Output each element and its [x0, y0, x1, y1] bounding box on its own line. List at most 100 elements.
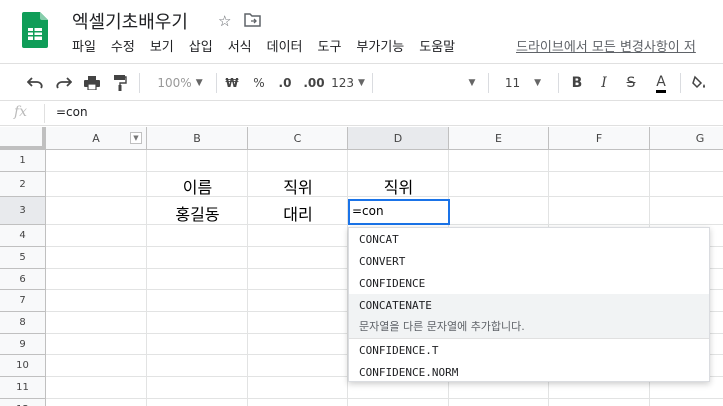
autocomplete-item-confidence-norm[interactable]: CONFIDENCE.NORM [349, 361, 709, 383]
row-header-1[interactable]: 1 [0, 150, 46, 172]
row-header-4[interactable]: 4 [0, 225, 46, 247]
cell-b2[interactable]: 이름 [147, 174, 248, 198]
filter-dropdown-icon[interactable]: ▼ [130, 132, 142, 144]
cell-d2[interactable]: 직위 [348, 174, 449, 198]
decrease-decimal-button[interactable]: .0 [274, 64, 296, 102]
row-header-5[interactable]: 5 [0, 247, 46, 269]
grid-cell[interactable] [248, 247, 348, 269]
cell-c3[interactable]: 대리 [248, 201, 348, 225]
font-family-select[interactable]: ▼ [462, 64, 478, 102]
bold-button[interactable]: B [568, 64, 586, 102]
grid-cell[interactable] [248, 150, 348, 172]
menu-data[interactable]: 데이터 [267, 38, 303, 58]
active-cell-d3[interactable]: =con [348, 199, 450, 225]
grid-cell[interactable] [46, 225, 147, 247]
grid-cell[interactable] [147, 334, 248, 355]
zoom-select[interactable]: 100% ▼ [150, 64, 210, 102]
document-title[interactable]: 엑셀기초배우기 [72, 8, 188, 34]
grid-cell[interactable] [248, 290, 348, 312]
grid-cell[interactable] [348, 150, 449, 172]
grid-cell[interactable] [650, 197, 723, 225]
grid-cell[interactable] [449, 172, 549, 197]
row-header-8[interactable]: 8 [0, 312, 46, 334]
column-header-d[interactable]: D [348, 127, 449, 150]
grid-cell[interactable] [248, 312, 348, 334]
grid-cell[interactable] [46, 150, 147, 172]
grid-cell[interactable] [248, 399, 348, 406]
column-header-g[interactable]: G [650, 127, 723, 150]
grid-cell[interactable] [549, 399, 650, 406]
autocomplete-item-confidence[interactable]: CONFIDENCE [349, 272, 709, 294]
currency-format-button[interactable]: ₩ [222, 64, 242, 102]
grid-cell[interactable] [46, 197, 147, 225]
select-all-corner[interactable] [0, 127, 46, 150]
grid-cell[interactable] [449, 197, 549, 225]
grid-cell[interactable] [147, 150, 248, 172]
grid-cell[interactable] [449, 399, 549, 406]
grid-cell[interactable] [46, 399, 147, 406]
cell-d3-editor[interactable]: =con [352, 204, 384, 218]
menu-insert[interactable]: 삽입 [189, 38, 213, 58]
fill-color-button[interactable] [690, 64, 710, 102]
grid-cell[interactable] [46, 377, 147, 399]
grid-cell[interactable] [46, 334, 147, 355]
menu-addons[interactable]: 부가기능 [356, 38, 404, 58]
sheets-logo-icon[interactable] [22, 12, 48, 48]
grid-cell[interactable] [248, 355, 348, 377]
column-header-b[interactable]: B [147, 127, 248, 150]
column-header-a[interactable]: A ▼ [46, 127, 147, 150]
number-format-select[interactable]: 123 ▼ [331, 64, 365, 102]
menu-view[interactable]: 보기 [150, 38, 174, 58]
grid-cell[interactable] [650, 150, 723, 172]
menu-help[interactable]: 도움말 [419, 38, 455, 58]
column-header-f[interactable]: F [549, 127, 650, 150]
row-header-6[interactable]: 6 [0, 269, 46, 290]
grid-cell[interactable] [248, 269, 348, 290]
grid-cell[interactable] [449, 150, 549, 172]
grid-cell[interactable] [248, 225, 348, 247]
print-button[interactable] [81, 64, 103, 102]
paint-format-button[interactable] [109, 64, 131, 102]
star-icon[interactable]: ☆ [218, 12, 231, 30]
grid-cell[interactable] [147, 247, 248, 269]
grid-cell[interactable] [147, 399, 248, 406]
font-size-select[interactable]: 11 ▼ [498, 64, 548, 102]
grid-cell[interactable] [248, 377, 348, 399]
column-header-c[interactable]: C [248, 127, 348, 150]
italic-button[interactable]: I [595, 64, 613, 102]
strikethrough-button[interactable]: S [622, 64, 640, 102]
formula-input[interactable]: =con [56, 105, 88, 119]
move-folder-icon[interactable] [244, 13, 261, 27]
autocomplete-item-confidence-t[interactable]: CONFIDENCE.T [349, 339, 709, 361]
undo-button[interactable] [24, 64, 46, 102]
row-header-9[interactable]: 9 [0, 334, 46, 355]
grid-cell[interactable] [147, 377, 248, 399]
grid-cell[interactable] [147, 312, 248, 334]
row-header-7[interactable]: 7 [0, 290, 46, 312]
row-header-12[interactable]: 12 [0, 399, 46, 406]
autocomplete-item-concat[interactable]: CONCAT [349, 228, 709, 250]
grid-cell[interactable] [650, 172, 723, 197]
menu-format[interactable]: 서식 [228, 38, 252, 58]
save-status-link[interactable]: 드라이브에서 모든 변경사항이 저 [516, 38, 696, 58]
autocomplete-item-concatenate[interactable]: CONCATENATE [349, 294, 709, 316]
cell-b3[interactable]: 홍길동 [147, 201, 248, 225]
grid-cell[interactable] [46, 312, 147, 334]
row-header-11[interactable]: 11 [0, 377, 46, 399]
grid-cell[interactable] [147, 355, 248, 377]
increase-decimal-button[interactable]: .00 [301, 64, 327, 102]
grid-cell[interactable] [248, 334, 348, 355]
row-header-3[interactable]: 3 [0, 197, 46, 225]
grid-cell[interactable] [147, 290, 248, 312]
menu-tools[interactable]: 도구 [318, 38, 342, 58]
row-header-2[interactable]: 2 [0, 172, 46, 197]
redo-button[interactable] [53, 64, 75, 102]
grid-cell[interactable] [46, 247, 147, 269]
row-header-10[interactable]: 10 [0, 355, 46, 377]
grid-cell[interactable] [549, 197, 650, 225]
text-color-button[interactable]: A [651, 64, 671, 102]
percent-format-button[interactable]: % [249, 64, 269, 102]
grid-cell[interactable] [549, 150, 650, 172]
grid-cell[interactable] [46, 290, 147, 312]
grid-cell[interactable] [147, 269, 248, 290]
